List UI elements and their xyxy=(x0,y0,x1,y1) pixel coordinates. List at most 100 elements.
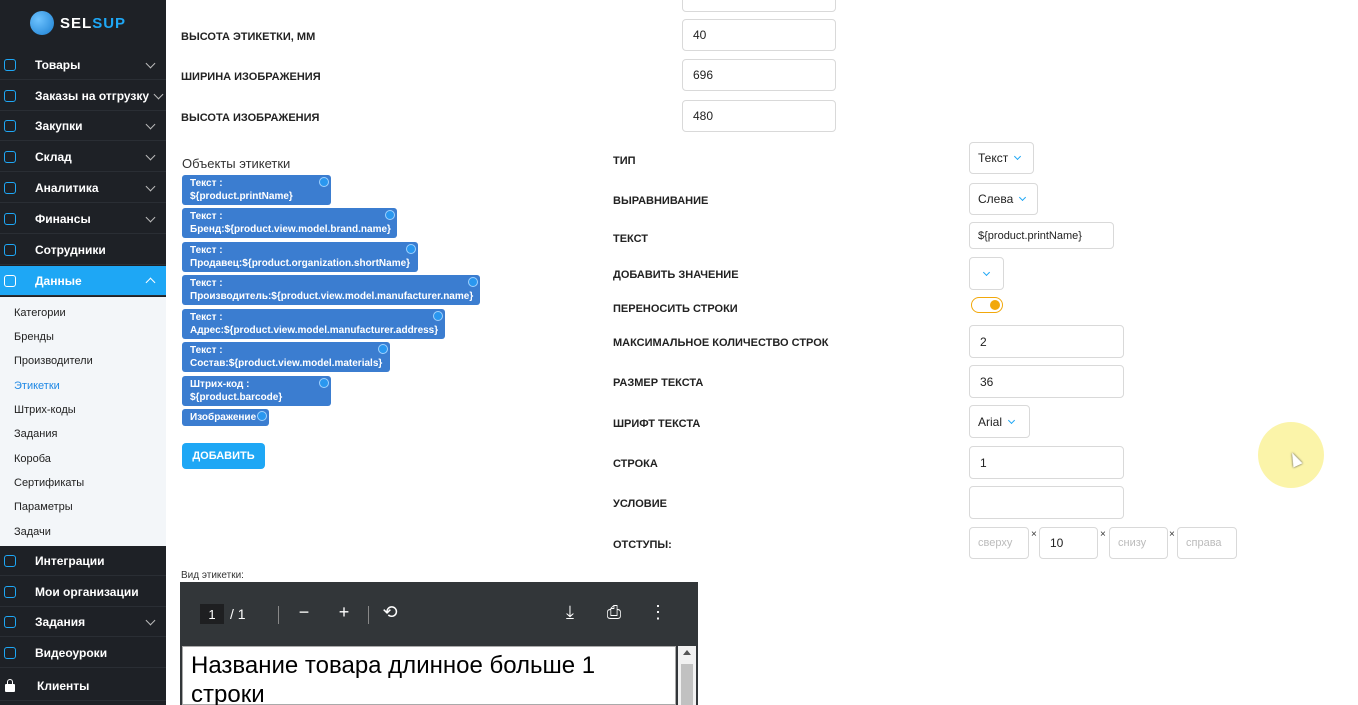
align-select[interactable]: Слева xyxy=(969,183,1038,215)
chevron-down-icon xyxy=(145,58,156,69)
sidebar-item-analytics[interactable]: Аналитика xyxy=(0,173,166,203)
more-icon[interactable]: ⋮ xyxy=(646,602,670,623)
label-object-chip[interactable]: Текст : Состав:${product.view.model.mater… xyxy=(182,342,390,372)
sidebar-item-organizations[interactable]: Мои организации xyxy=(0,577,166,607)
label-object-chip[interactable]: Текст : Производитель:${product.view.mode… xyxy=(182,275,480,305)
margin-left-field[interactable]: 10 xyxy=(1039,527,1098,559)
add-value-select[interactable] xyxy=(969,257,1004,290)
image-width-label: ШИРИНА ИЗОБРАЖЕНИЯ xyxy=(181,71,321,83)
wallet-icon xyxy=(4,212,16,225)
print-icon[interactable]: ⎙ xyxy=(602,602,626,623)
sub-item-barcodes[interactable]: Штрих-коды xyxy=(14,404,76,416)
cart-icon xyxy=(4,119,16,132)
logo[interactable]: SELSUP xyxy=(30,8,126,38)
pdf-toolbar: 1 / 1 − + ⟲ ⤓ ⎙ ⋮ xyxy=(180,582,698,646)
label-object-chip[interactable]: Текст : Адрес:${product.view.model.manufa… xyxy=(182,309,445,339)
sidebar-item-purchases[interactable]: Закупки xyxy=(0,111,166,141)
sub-item-brands[interactable]: Бренды xyxy=(14,331,54,343)
label-object-chip[interactable]: Штрих-код : ${product.barcode} xyxy=(182,376,331,406)
text-field[interactable]: ${product.printName} xyxy=(969,222,1114,249)
add-value-label: ДОБАВИТЬ ЗНАЧЕНИЕ xyxy=(613,269,739,281)
max-lines-label: МАКСИМАЛЬНОЕ КОЛИЧЕСТВО СТРОК xyxy=(613,337,829,349)
remove-icon[interactable] xyxy=(385,210,395,220)
remove-icon[interactable] xyxy=(257,411,267,421)
orders-icon xyxy=(4,89,16,102)
sidebar-item-data[interactable]: Данные xyxy=(0,266,166,296)
sidebar-item-goods[interactable]: Товары xyxy=(0,50,166,80)
sub-item-labels[interactable]: Этикетки xyxy=(14,380,60,392)
remove-icon[interactable] xyxy=(378,344,388,354)
zoom-out-icon[interactable]: − xyxy=(292,602,316,623)
type-label: ТИП xyxy=(613,155,636,167)
pdf-viewer: 1 / 1 − + ⟲ ⤓ ⎙ ⋮ Название товара длинно… xyxy=(180,582,698,705)
sub-item-manufacturers[interactable]: Производители xyxy=(14,355,93,367)
wrap-lines-toggle[interactable] xyxy=(971,297,1003,313)
remove-icon[interactable] xyxy=(433,311,443,321)
sidebar-item-clients[interactable]: Клиенты xyxy=(0,671,166,701)
remove-icon[interactable] xyxy=(319,378,329,388)
times-sign: × xyxy=(1100,529,1106,540)
chart-icon xyxy=(4,181,16,194)
label-width-field[interactable] xyxy=(682,0,836,12)
label-objects-title: Объекты этикетки xyxy=(182,156,291,171)
label-object-chip[interactable]: Текст : ${product.printName} xyxy=(182,175,331,205)
text-size-field[interactable]: 36 xyxy=(969,365,1124,398)
chevron-down-icon xyxy=(1007,416,1016,424)
sidebar-item-orders[interactable]: Заказы на отгрузку xyxy=(0,81,166,111)
row-field[interactable]: 1 xyxy=(969,446,1124,479)
image-height-label: ВЫСОТА ИЗОБРАЖЕНИЯ xyxy=(181,112,320,124)
margin-top-field[interactable]: сверху xyxy=(969,527,1029,559)
building-icon xyxy=(4,585,16,598)
text-size-label: РАЗМЕР ТЕКСТА xyxy=(613,377,704,389)
chevron-down-icon xyxy=(982,268,991,276)
margin-bottom-field[interactable]: снизу xyxy=(1109,527,1168,559)
sub-item-boxes[interactable]: Короба xyxy=(14,453,51,465)
sidebar-submenu-data: Категории Бренды Производители Этикетки … xyxy=(0,297,166,546)
label-object-chip[interactable]: Текст : Продавец:${product.organization.s… xyxy=(182,242,418,272)
max-lines-field[interactable]: 2 xyxy=(969,325,1124,358)
font-select[interactable]: Arial xyxy=(969,405,1030,438)
zoom-in-icon[interactable]: + xyxy=(332,602,356,623)
label-object-chip[interactable]: Изображение xyxy=(182,409,269,426)
scroll-up-icon[interactable] xyxy=(683,650,691,655)
sidebar-item-integrations[interactable]: Интеграции xyxy=(0,546,166,576)
sidebar-item-employees[interactable]: Сотрудники xyxy=(0,235,166,265)
video-icon xyxy=(4,646,16,659)
sidebar-item-warehouse[interactable]: Склад xyxy=(0,142,166,172)
sidebar-item-video[interactable]: Видеоуроки xyxy=(0,638,166,668)
wrap-lines-label: ПЕРЕНОСИТЬ СТРОКИ xyxy=(613,303,738,315)
pdf-scrollbar[interactable] xyxy=(678,646,696,705)
image-height-field[interactable]: 480 xyxy=(682,100,836,132)
row-label: СТРОКА xyxy=(613,458,658,470)
remove-icon[interactable] xyxy=(406,244,416,254)
sidebar-item-finance[interactable]: Финансы xyxy=(0,204,166,234)
main-content: ВЫСОТА ЭТИКЕТКИ, ММ 40 ШИРИНА ИЗОБРАЖЕНИ… xyxy=(166,0,1358,705)
page-number-input[interactable]: 1 xyxy=(200,604,224,624)
chevron-up-icon xyxy=(145,277,156,288)
chevron-down-icon xyxy=(1019,193,1027,202)
sub-item-parameters[interactable]: Параметры xyxy=(14,501,73,513)
image-width-field[interactable]: 696 xyxy=(682,59,836,91)
preview-label: Вид этикетки: xyxy=(181,570,244,581)
sidebar: SELSUP Товары Заказы на отгрузку Закупки… xyxy=(0,0,166,705)
sub-item-tasks[interactable]: Задания xyxy=(14,428,57,440)
remove-icon[interactable] xyxy=(468,277,478,287)
label-object-chip[interactable]: Текст : Бренд:${product.view.model.brand.… xyxy=(182,208,397,238)
margin-right-field[interactable]: справа xyxy=(1177,527,1237,559)
sidebar-item-assignments[interactable]: Задания xyxy=(0,607,166,637)
remove-icon[interactable] xyxy=(319,177,329,187)
condition-field[interactable] xyxy=(969,486,1124,519)
download-icon[interactable]: ⤓ xyxy=(558,602,582,623)
label-height-field[interactable]: 40 xyxy=(682,19,836,51)
label-height-label: ВЫСОТА ЭТИКЕТКИ, ММ xyxy=(181,31,316,43)
times-sign: × xyxy=(1169,529,1175,540)
add-object-button[interactable]: ДОБАВИТЬ xyxy=(182,443,265,469)
type-select[interactable]: Текст xyxy=(969,142,1034,174)
lock-icon xyxy=(5,678,15,692)
margins-label: ОТСТУПЫ: xyxy=(613,539,672,551)
data-icon xyxy=(4,274,16,287)
sub-item-certificates[interactable]: Сертификаты xyxy=(14,477,84,489)
sub-item-categories[interactable]: Категории xyxy=(14,307,66,319)
sub-item-jobs[interactable]: Задачи xyxy=(14,526,51,538)
rotate-icon[interactable]: ⟲ xyxy=(378,602,402,623)
